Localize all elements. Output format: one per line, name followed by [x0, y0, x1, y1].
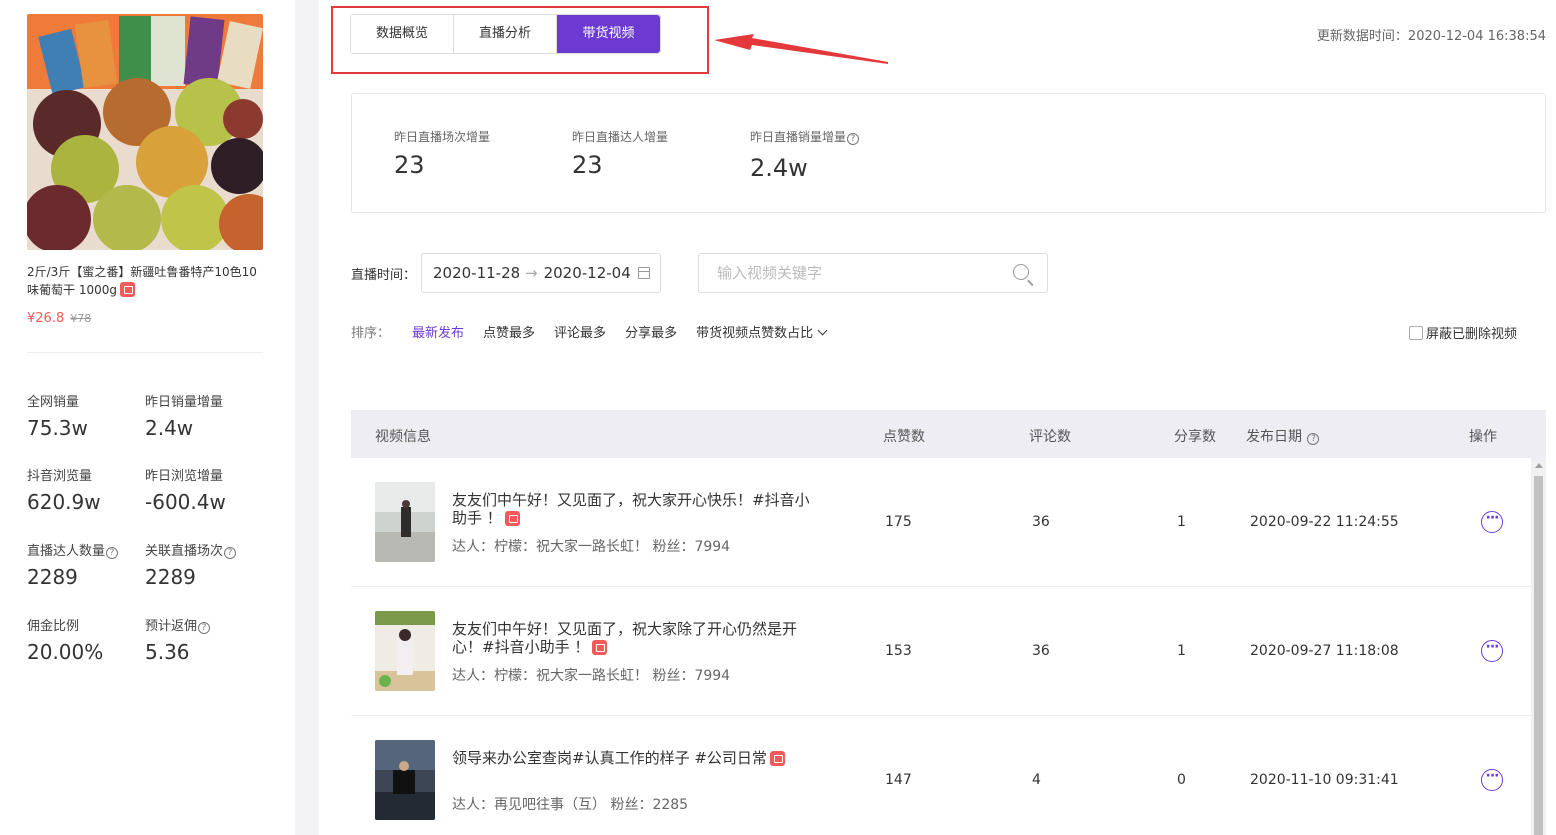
- video-author[interactable]: 达人：柠檬：祝大家一路长虹！ 粉丝：7994: [452, 536, 730, 556]
- sort-label: 排序：: [351, 326, 391, 341]
- tab-bar: 数据概览 直播分析 带货视频: [350, 14, 661, 54]
- shop-icon: [504, 511, 520, 526]
- publish-date: 2020-09-22 11:24:55: [1250, 514, 1399, 530]
- shop-icon: [119, 282, 135, 297]
- shares-count: 1: [1177, 514, 1186, 530]
- sort-most-shares[interactable]: 分享最多: [625, 322, 677, 341]
- stat-commission-rate: 佣金比例 20.00%: [27, 619, 104, 664]
- product-price: ¥26.8 ¥78: [27, 311, 92, 326]
- shares-count: 0: [1177, 772, 1186, 788]
- summary-live-sales: 昨日直播销量增量? 2.4w: [750, 128, 860, 182]
- stat-live-influencers: 直播达人数量? 2289: [27, 540, 119, 589]
- likes-count: 153: [885, 643, 912, 659]
- stat-douyin-views: 抖音浏览量 620.9w: [27, 469, 101, 514]
- column-gutter: [295, 0, 319, 835]
- col-comments[interactable]: 评论数: [1029, 426, 1071, 446]
- video-thumbnail[interactable]: [375, 482, 435, 562]
- publish-date: 2020-09-27 11:18:08: [1250, 643, 1399, 659]
- publish-date: 2020-11-10 09:31:41: [1250, 772, 1399, 788]
- tab-data-overview[interactable]: 数据概览: [351, 15, 454, 53]
- video-table: 友友们中午好！又见面了，祝大家开心快乐！#抖音小助手 ！ 达人：柠檬：祝大家一路…: [351, 458, 1531, 835]
- video-search-input[interactable]: [699, 254, 989, 292]
- col-actions: 操作: [1469, 429, 1497, 445]
- summary-live-sessions: 昨日直播场次增量 23: [394, 130, 491, 179]
- calendar-icon: [638, 267, 650, 279]
- stat-yesterday-views: 昨日浏览增量 -600.4w: [145, 469, 226, 514]
- annotation-arrow-icon: [714, 34, 888, 64]
- stat-yesterday-sales: 昨日销量增量 2.4w: [145, 395, 224, 440]
- likes-count: 175: [885, 514, 912, 530]
- chevron-down-icon: [817, 325, 828, 336]
- sort-most-likes[interactable]: 点赞最多: [483, 322, 535, 341]
- table-row[interactable]: 友友们中午好！又见面了，祝大家开心快乐！#抖音小助手 ！ 达人：柠檬：祝大家一路…: [351, 458, 1531, 587]
- more-actions-icon[interactable]: ···: [1481, 511, 1503, 533]
- date-range-picker[interactable]: 2020-11-28 → 2020-12-04: [421, 253, 661, 293]
- product-panel: 2斤/3斤【蜜之番】新疆吐鲁番特产10色10味葡萄干 1000g ¥26.8 ¥7…: [0, 0, 295, 835]
- shop-icon: [769, 751, 785, 766]
- product-image[interactable]: [27, 14, 263, 250]
- arrow-right-icon: →: [525, 264, 538, 282]
- table-row[interactable]: 领导来办公室查岗#认真工作的样子 #公司日常 达人：再见吧往事（互） 粉丝：22…: [351, 716, 1531, 835]
- video-thumbnail[interactable]: [375, 611, 435, 691]
- update-time: 更新数据时间：2020-12-04 16:38:54: [1316, 29, 1546, 44]
- scrollbar-thumb[interactable]: [1534, 476, 1543, 835]
- sort-latest[interactable]: 最新发布: [412, 322, 464, 341]
- scroll-up-icon[interactable]: [1535, 463, 1543, 468]
- comments-count: 36: [1032, 514, 1050, 530]
- stat-total-sales: 全网销量 75.3w: [27, 395, 88, 440]
- help-icon[interactable]: ?: [224, 547, 237, 559]
- likes-count: 147: [885, 772, 912, 788]
- end-date[interactable]: 2020-12-04: [544, 264, 630, 282]
- help-icon[interactable]: ?: [1307, 433, 1320, 445]
- tab-live-analysis[interactable]: 直播分析: [454, 15, 557, 53]
- video-author[interactable]: 达人：柠檬：祝大家一路长虹！ 粉丝：7994: [452, 665, 730, 685]
- video-thumbnail[interactable]: [375, 740, 435, 820]
- col-video-info: 视频信息: [375, 429, 431, 445]
- video-search[interactable]: [698, 253, 1048, 293]
- comments-count: 4: [1032, 772, 1041, 788]
- table-row[interactable]: 友友们中午好！又见面了，祝大家除了开心仍然是开心！#抖音小助手 ！ 达人：柠檬：…: [351, 587, 1531, 716]
- video-title[interactable]: 领导来办公室查岗#认真工作的样子 #公司日常: [452, 749, 812, 767]
- divider: [27, 352, 263, 353]
- help-icon[interactable]: ?: [106, 547, 119, 559]
- date-filter-label: 直播时间：: [351, 268, 417, 283]
- hide-deleted-checkbox[interactable]: [1409, 325, 1423, 340]
- original-price: ¥78: [70, 312, 92, 325]
- video-author[interactable]: 达人：再见吧往事（互） 粉丝：2285: [452, 794, 688, 814]
- stat-estimated-commission: 预计返佣? 5.36: [145, 615, 211, 664]
- tab-promo-videos[interactable]: 带货视频: [557, 15, 660, 53]
- start-date[interactable]: 2020-11-28: [433, 264, 519, 282]
- help-icon[interactable]: ?: [198, 622, 211, 634]
- hide-deleted-toggle[interactable]: 屏蔽已删除视频: [1409, 323, 1517, 342]
- summary-card: 昨日直播场次增量 23 昨日直播达人增量 23 昨日直播销量增量? 2.4w: [351, 93, 1546, 213]
- video-title[interactable]: 友友们中午好！又见面了，祝大家开心快乐！#抖音小助手 ！: [452, 491, 812, 527]
- sort-most-comments[interactable]: 评论最多: [554, 322, 606, 341]
- sort-like-ratio-dropdown[interactable]: 带货视频点赞数占比: [696, 322, 828, 341]
- more-actions-icon[interactable]: ···: [1481, 769, 1503, 791]
- product-title[interactable]: 2斤/3斤【蜜之番】新疆吐鲁番特产10色10味葡萄干 1000g: [27, 263, 267, 299]
- col-likes[interactable]: 点赞数: [883, 426, 925, 446]
- summary-live-influencers: 昨日直播达人增量 23: [572, 130, 669, 179]
- help-icon[interactable]: ?: [847, 133, 860, 145]
- comments-count: 36: [1032, 643, 1050, 659]
- table-scrollbar[interactable]: [1531, 458, 1546, 835]
- shop-icon: [592, 640, 608, 655]
- stat-related-lives: 关联直播场次? 2289: [145, 540, 237, 589]
- table-header: 视频信息 点赞数 评论数 分享数 发布日期 ? 操作: [351, 410, 1546, 458]
- sort-bar: 排序： 最新发布 点赞最多 评论最多 分享最多 带货视频点赞数占比: [351, 322, 845, 341]
- shares-count: 1: [1177, 643, 1186, 659]
- video-title[interactable]: 友友们中午好！又见面了，祝大家除了开心仍然是开心！#抖音小助手 ！: [452, 620, 812, 656]
- col-publish-date: 发布日期 ?: [1246, 426, 1320, 446]
- more-actions-icon[interactable]: ···: [1481, 640, 1503, 662]
- col-shares[interactable]: 分享数: [1174, 426, 1216, 446]
- search-icon[interactable]: [1013, 264, 1029, 280]
